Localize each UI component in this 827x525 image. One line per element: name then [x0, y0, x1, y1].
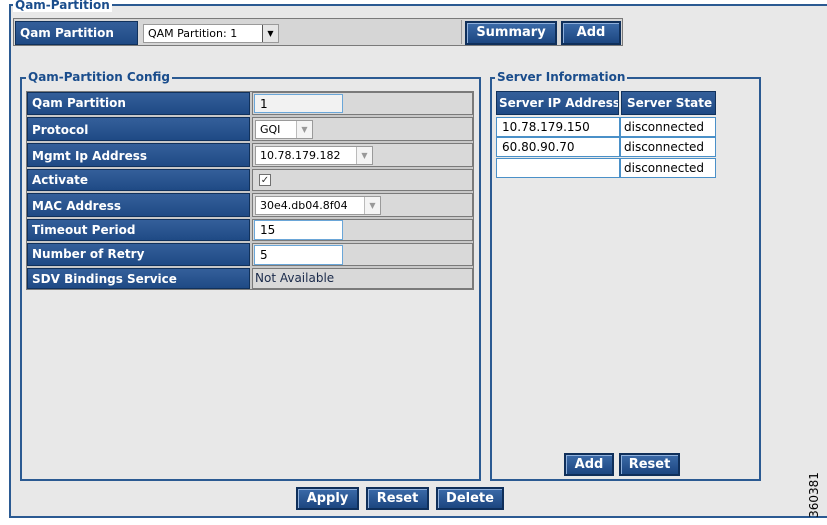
config-label-sdv: SDV Bindings Service	[27, 268, 250, 289]
add-partition-button[interactable]: Add	[561, 21, 621, 45]
server-info-legend: Server Information	[495, 70, 628, 84]
config-legend: Qam-Partition Config	[26, 70, 173, 84]
config-label-retry: Number of Retry	[27, 243, 250, 266]
figure-number-text: 360381	[806, 472, 821, 518]
server-ip-cell: 60.80.90.70	[496, 137, 620, 157]
apply-button[interactable]: Apply	[296, 487, 359, 510]
protocol-select-value: GQI	[260, 123, 281, 136]
server-ip-cell	[496, 158, 620, 178]
sdv-bindings-value: Not Available	[252, 268, 473, 289]
summary-button[interactable]: Summary	[465, 21, 557, 45]
number-of-retry-input[interactable]: 5	[254, 245, 343, 265]
mac-address-select-value: 30e4.db04.8f04	[260, 199, 348, 212]
add-server-button[interactable]: Add	[564, 453, 614, 476]
reset-server-button[interactable]: Reset	[619, 453, 680, 476]
server-ip-column-header: Server IP Address	[496, 91, 619, 115]
server-state-cell: disconnected	[620, 137, 716, 157]
reset-button[interactable]: Reset	[366, 487, 429, 510]
qam-partition-legend: Qam-Partition	[13, 0, 112, 12]
qam-partition-value: 1	[254, 94, 343, 113]
protocol-select[interactable]: GQI ▼	[255, 120, 313, 139]
config-label-timeout: Timeout Period	[27, 219, 250, 241]
config-label-protocol: Protocol	[27, 117, 250, 141]
mgmt-ip-select-value: 10.78.179.182	[260, 149, 341, 162]
config-label-activate: Activate	[27, 169, 250, 191]
server-state-column-header: Server State	[621, 91, 716, 115]
server-state-cell: disconnected	[620, 158, 716, 178]
activate-checkbox[interactable]: ✓	[259, 174, 271, 186]
selector-cell	[142, 20, 462, 44]
config-label-mac: MAC Address	[27, 193, 250, 217]
chevron-down-icon: ▼	[296, 121, 312, 138]
mac-address-select[interactable]: 30e4.db04.8f04 ▼	[255, 196, 381, 215]
chevron-down-icon: ▼	[356, 147, 372, 164]
chevron-down-icon: ▼	[364, 197, 380, 214]
figure-number: 360381	[807, 465, 827, 525]
config-label-qam-partition: Qam Partition	[27, 92, 250, 115]
config-label-mgmt-ip: Mgmt Ip Address	[27, 143, 250, 167]
server-ip-cell: 10.78.179.150	[496, 117, 620, 137]
delete-button[interactable]: Delete	[436, 487, 504, 510]
timeout-period-input[interactable]: 15	[254, 220, 343, 240]
mgmt-ip-select[interactable]: 10.78.179.182 ▼	[255, 146, 373, 165]
server-state-cell: disconnected	[620, 117, 716, 137]
qam-partition-selector-label: Qam Partition	[15, 21, 138, 45]
config-value-cell	[252, 169, 473, 191]
